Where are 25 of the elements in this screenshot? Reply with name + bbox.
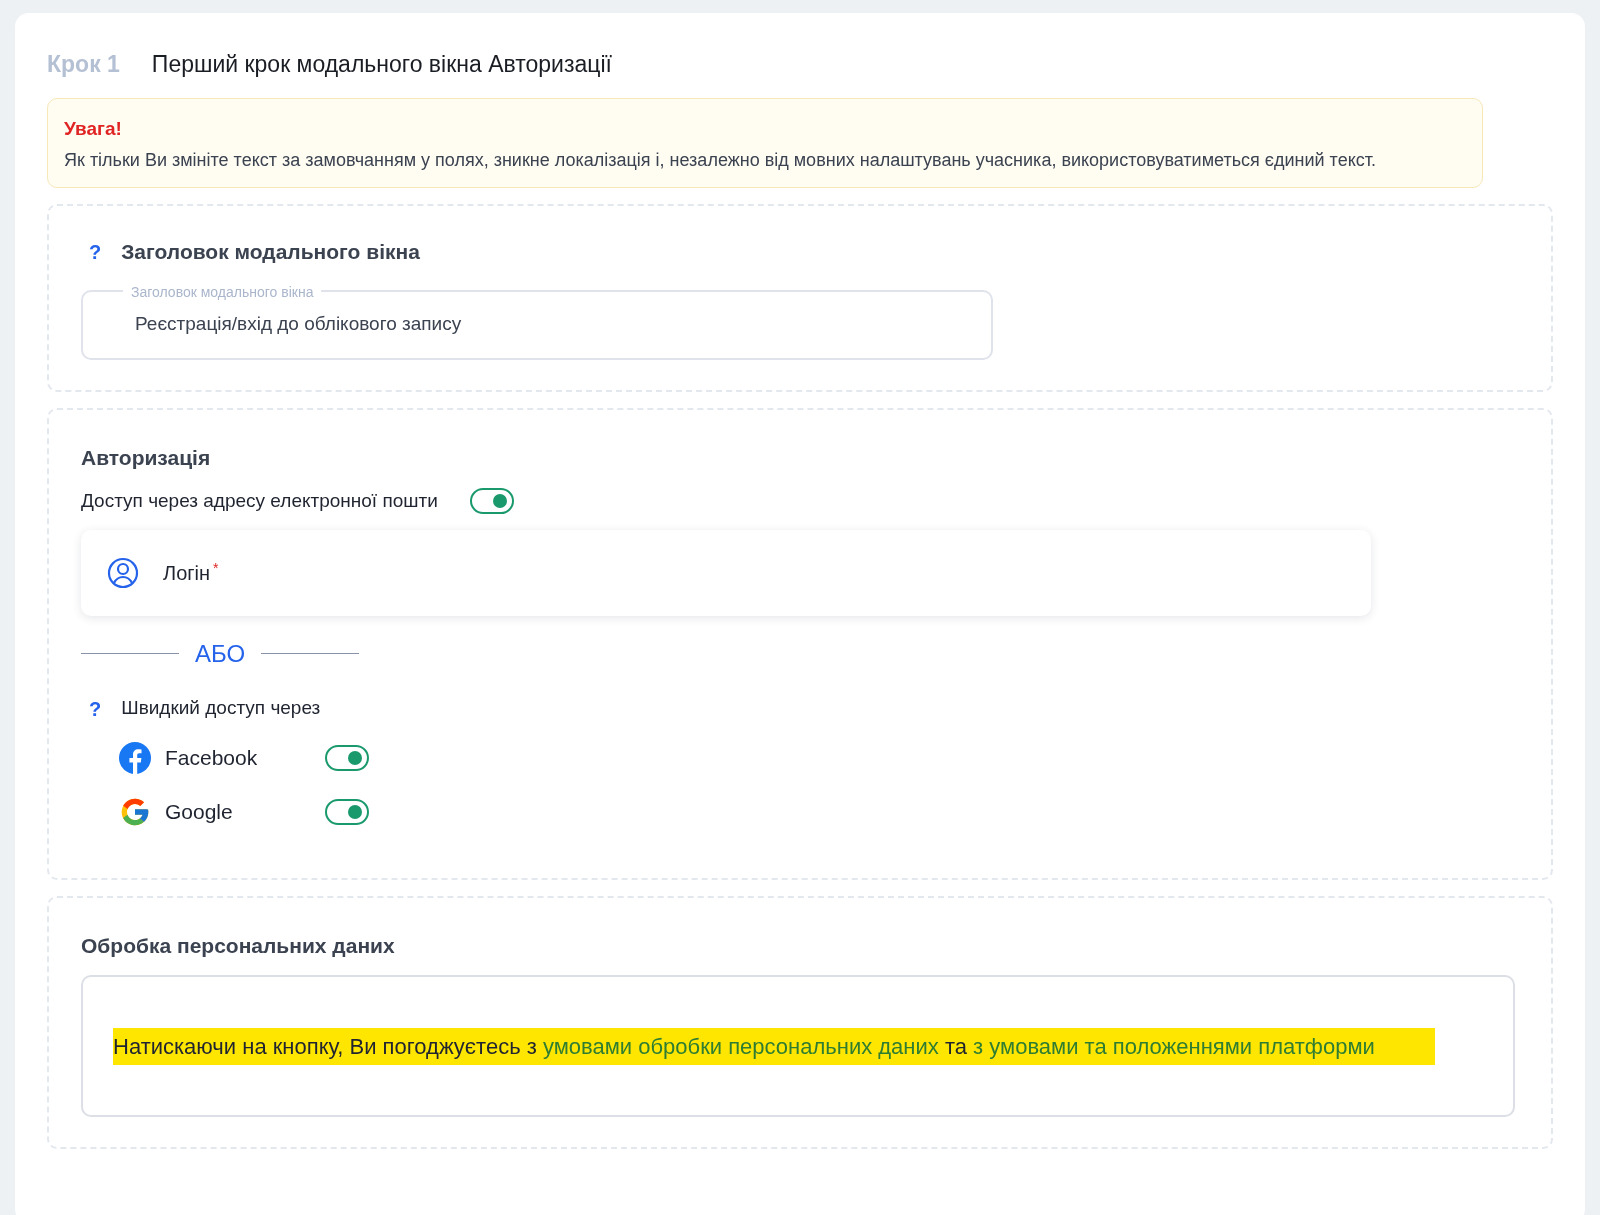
login-label: Логін$^{*}$ [163,558,219,586]
facebook-icon [119,741,151,774]
field-value: Реєстрація/вхід до облікового запису [135,312,462,337]
section-heading: Авторизація [81,444,212,471]
terms-link[interactable]: з умовами та положеннями платформи [973,1033,1375,1059]
toggle-label: Доступ через адресу електронної пошти [81,489,438,513]
quick-access-label: Швидкий доступ через [121,696,321,721]
warning-heading: Увага! [64,116,123,141]
section-heading: Обробка персональних даних [81,932,396,959]
toggle-switch[interactable] [469,488,514,515]
user-icon [107,556,139,589]
section-heading: Заголовок модального вікна [121,239,420,265]
terms-link[interactable]: умовами обробки персональних даних [542,1033,939,1059]
consent-text: Натискаючи на кнопку, Ви погоджуєтесь з умовами обробки персональних даних та з умовами та положеннями платформи [113,1027,1435,1065]
toggle-switch[interactable] [325,798,369,825]
provider-label: Google [165,798,234,825]
toggle-switch[interactable] [325,744,369,771]
provider-label: Facebook [165,744,259,771]
warning-text: Як тільки Ви змініте текст за замовчанням у полях, зникне локалізація і, незалежно від мовних налаштувань учасника, використовуватиметься єдиний текст. [64,149,1377,172]
page-title: Перший крок модального вікна Авторизації [151,50,612,79]
step-label: Крок 1 [47,50,120,79]
or-divider-label: АБО [195,638,246,669]
login-field[interactable]: Логін$^{*}$ [81,529,1371,616]
help-mark[interactable]: ? [89,693,102,724]
help-mark[interactable]: ? [89,236,102,267]
